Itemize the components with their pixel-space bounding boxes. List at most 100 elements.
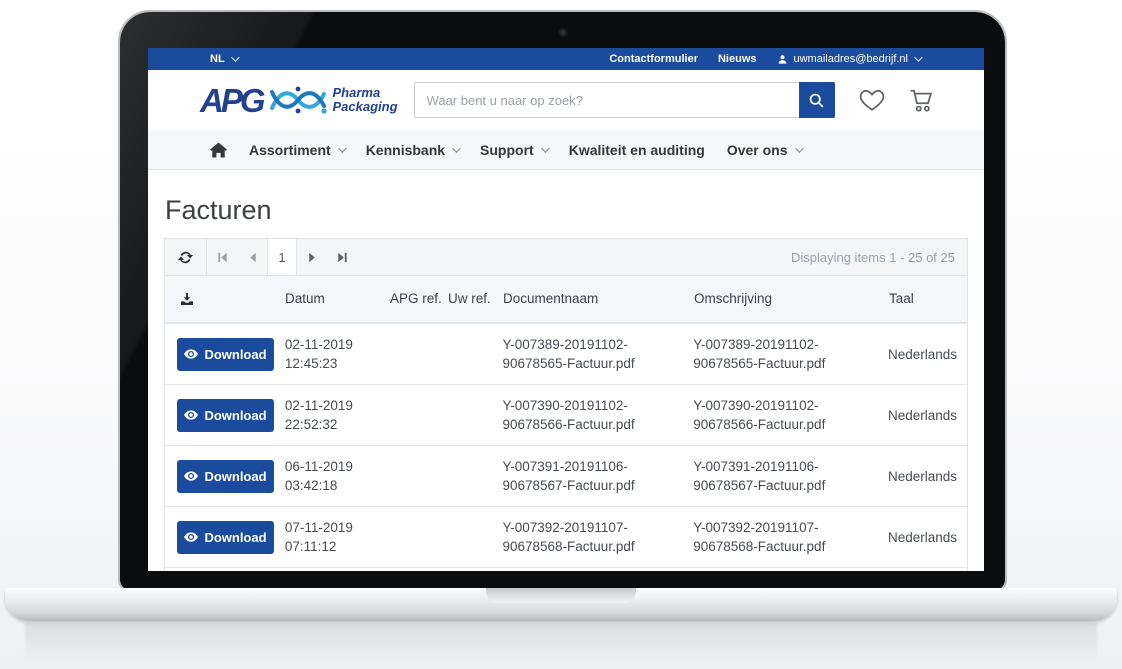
download-all-button[interactable] bbox=[165, 291, 285, 307]
current-page-indicator[interactable]: 1 bbox=[267, 239, 297, 275]
eye-icon bbox=[184, 471, 198, 481]
search-bar bbox=[414, 82, 835, 118]
col-header-taal[interactable]: Taal bbox=[889, 291, 967, 307]
cell-date: 07-11-2019 bbox=[285, 518, 390, 537]
contact-link[interactable]: Contactformulier bbox=[609, 53, 698, 65]
cell-document: Y-007389-20191102-90678565-Factuur.pdf bbox=[502, 335, 693, 373]
col-header-uw-ref[interactable]: Uw ref. bbox=[448, 291, 503, 307]
download-button[interactable]: Download bbox=[177, 460, 274, 493]
cell-time: 22:52:32 bbox=[285, 415, 390, 434]
webcam bbox=[558, 28, 567, 37]
paging-status: Displaying items 1 - 25 of 25 bbox=[791, 250, 967, 265]
chevron-down-icon bbox=[541, 144, 549, 152]
site-header: APG Pharma Packaging bbox=[148, 70, 984, 130]
cell-description: Y-007392-20191107-90678568-Factuur.pdf bbox=[693, 518, 888, 556]
user-account-menu[interactable]: uwmailadres@bedrijf.nl bbox=[777, 53, 921, 65]
table-row: Download 07-11-2019 07:11:12 Y-007392-20… bbox=[165, 506, 967, 567]
table-header-row: Datum APG ref. Uw ref. Documentnaam Omsc… bbox=[165, 276, 967, 323]
nav-item-over-ons[interactable]: Over ons bbox=[727, 142, 801, 158]
search-input[interactable] bbox=[414, 82, 799, 118]
nav-label: Kwaliteit en auditing bbox=[569, 142, 705, 158]
download-button-label: Download bbox=[204, 347, 266, 362]
cart-icon bbox=[909, 88, 935, 113]
cell-time: 03:42:18 bbox=[285, 476, 390, 495]
nav-label: Over ons bbox=[727, 142, 788, 158]
dna-helix-icon bbox=[269, 83, 327, 117]
search-icon bbox=[808, 92, 825, 109]
table-row: Download 02-11-2019 22:52:32 Y-007390-20… bbox=[165, 384, 967, 445]
user-icon bbox=[777, 54, 788, 65]
chevron-down-icon bbox=[795, 144, 803, 152]
first-page-icon bbox=[216, 251, 229, 264]
col-header-documentnaam[interactable]: Documentnaam bbox=[503, 291, 694, 307]
download-button[interactable]: Download bbox=[177, 521, 274, 554]
col-header-datum[interactable]: Datum bbox=[285, 291, 390, 307]
top-utility-bar: NL Contactformulier Nieuws uwmailadres@b… bbox=[148, 48, 984, 70]
table-row: Download 02-11-2019 12:45:23 Y-007389-20… bbox=[165, 323, 967, 384]
last-page-button[interactable] bbox=[327, 239, 357, 275]
news-link[interactable]: Nieuws bbox=[718, 53, 757, 65]
laptop-base bbox=[5, 588, 1117, 621]
chevron-down-icon bbox=[338, 144, 346, 152]
cell-document: Y-007392-20191107-90678568-Factuur.pdf bbox=[502, 518, 693, 556]
main-navigation: Assortiment Kennisbank Support Kwaliteit… bbox=[148, 130, 984, 170]
page-title: Facturen bbox=[165, 192, 968, 228]
user-email: uwmailadres@bedrijf.nl bbox=[794, 53, 909, 65]
logo-tagline-1: Pharma bbox=[333, 86, 398, 100]
cart-button[interactable] bbox=[909, 88, 935, 113]
cell-language: Nederlands bbox=[888, 345, 967, 364]
cell-language: Nederlands bbox=[888, 467, 967, 486]
download-button-label: Download bbox=[204, 408, 266, 423]
col-header-omschrijving[interactable]: Omschrijving bbox=[694, 291, 889, 307]
invoices-table: 1 Displaying items 1 - 25 of 25 bbox=[164, 238, 968, 571]
download-button[interactable]: Download bbox=[177, 399, 274, 432]
nav-label: Kennisbank bbox=[366, 142, 445, 158]
logo-tagline-2: Packaging bbox=[333, 100, 398, 114]
nav-label: Support bbox=[480, 142, 534, 158]
cell-date: 02-11-2019 bbox=[285, 335, 390, 354]
download-button-label: Download bbox=[204, 530, 266, 545]
browser-viewport: NL Contactformulier Nieuws uwmailadres@b… bbox=[148, 48, 984, 571]
cell-description: Y-007391-20191106-90678567-Factuur.pdf bbox=[693, 457, 888, 495]
cell-language: Nederlands bbox=[888, 406, 967, 425]
table-toolbar: 1 Displaying items 1 - 25 of 25 bbox=[165, 239, 967, 276]
download-button[interactable]: Download bbox=[177, 338, 274, 371]
chevron-down-icon bbox=[452, 144, 460, 152]
search-button[interactable] bbox=[799, 82, 835, 118]
laptop-lid: NL Contactformulier Nieuws uwmailadres@b… bbox=[120, 12, 1005, 590]
cell-date: 06-11-2019 bbox=[285, 457, 390, 476]
laptop-lid-notch bbox=[486, 588, 636, 603]
cell-language: Nederlands bbox=[888, 528, 967, 547]
nav-item-kennisbank[interactable]: Kennisbank bbox=[366, 142, 458, 158]
refresh-icon bbox=[177, 249, 194, 266]
col-header-apg-ref[interactable]: APG ref. bbox=[390, 291, 448, 307]
next-page-button[interactable] bbox=[297, 239, 327, 275]
company-logo[interactable]: APG Pharma Packaging bbox=[200, 83, 398, 117]
cell-time: 07:11:12 bbox=[285, 537, 390, 556]
last-page-icon bbox=[336, 251, 349, 264]
first-page-button[interactable] bbox=[207, 239, 237, 275]
nav-item-assortiment[interactable]: Assortiment bbox=[249, 142, 344, 158]
previous-page-button[interactable] bbox=[237, 239, 267, 275]
page-content: Facturen bbox=[148, 192, 984, 571]
logo-wordmark: APG bbox=[200, 84, 263, 117]
previous-page-icon bbox=[246, 251, 259, 264]
refresh-button[interactable] bbox=[165, 239, 207, 275]
cell-document: Y-007391-20191106-90678567-Factuur.pdf bbox=[502, 457, 693, 495]
nav-item-kwaliteit[interactable]: Kwaliteit en auditing bbox=[569, 142, 705, 158]
cell-time: 12:45:23 bbox=[285, 354, 390, 373]
next-page-icon bbox=[306, 251, 319, 264]
cell-description: Y-007389-20191102-90678565-Factuur.pdf bbox=[693, 335, 888, 373]
nav-item-support[interactable]: Support bbox=[480, 142, 547, 158]
download-button-label: Download bbox=[204, 469, 266, 484]
eye-icon bbox=[184, 532, 198, 542]
eye-icon bbox=[184, 410, 198, 420]
wishlist-button[interactable] bbox=[859, 88, 885, 112]
language-selector[interactable]: NL bbox=[210, 53, 237, 65]
cell-date: 02-11-2019 bbox=[285, 396, 390, 415]
eye-icon bbox=[184, 349, 198, 359]
download-icon bbox=[179, 291, 195, 307]
cell-description: Y-007390-20191102-90678566-Factuur.pdf bbox=[693, 396, 888, 434]
nav-home[interactable] bbox=[210, 142, 227, 158]
language-label: NL bbox=[210, 53, 225, 65]
